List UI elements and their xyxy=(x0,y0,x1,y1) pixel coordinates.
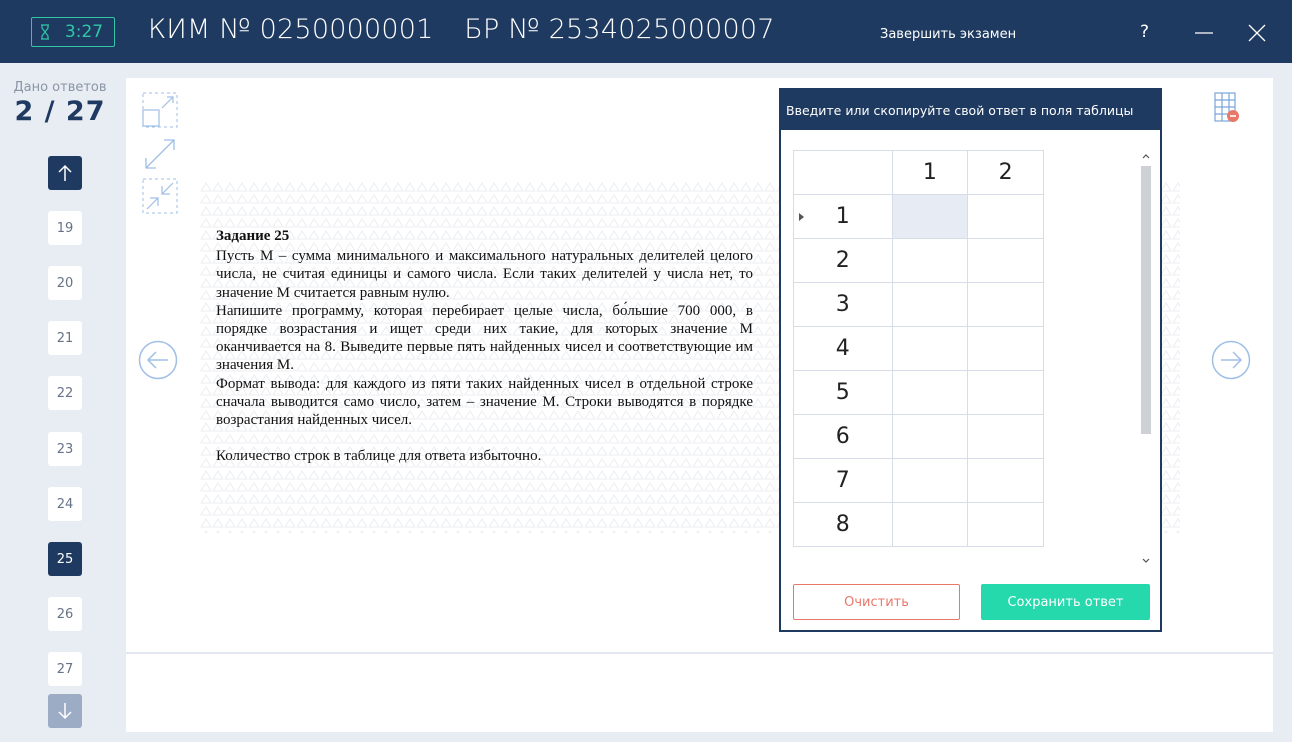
row-header: 3 xyxy=(793,282,893,327)
hourglass-icon xyxy=(32,24,58,40)
answer-cell[interactable] xyxy=(967,502,1044,547)
answer-cell[interactable] xyxy=(891,238,969,283)
arrow-down-icon xyxy=(58,703,72,720)
task-paragraph: Формат вывода: для каждого из пяти таких… xyxy=(216,375,753,429)
answer-cell[interactable] xyxy=(891,502,969,547)
task-nav-19[interactable]: 19 xyxy=(48,211,82,245)
divider xyxy=(126,652,1273,654)
answer-cell[interactable] xyxy=(891,414,969,459)
table-row: 5 xyxy=(793,370,1044,415)
table-row: 6 xyxy=(793,414,1044,459)
close-icon[interactable] xyxy=(1248,24,1266,46)
prev-task-button[interactable] xyxy=(138,340,178,380)
scroll-down-button[interactable] xyxy=(48,694,82,728)
table-row: 1 xyxy=(793,194,1044,239)
task-text: Задание 25 Пусть M – сумма минимального … xyxy=(216,227,753,465)
answer-cell[interactable] xyxy=(891,326,969,371)
answer-cell[interactable] xyxy=(967,194,1044,239)
task-paragraph: Пусть M – сумма минимального и максималь… xyxy=(216,248,753,301)
table-header-row: 1 2 xyxy=(793,150,1044,195)
answered-count: 2 / 27 xyxy=(14,96,106,127)
task-note: Количество строк в таблице для ответа из… xyxy=(216,448,542,465)
answer-cell[interactable] xyxy=(967,370,1044,415)
answer-panel: Введите или скопируйте свой ответ в поля… xyxy=(779,88,1162,632)
zoom-fit-icon[interactable] xyxy=(142,92,178,128)
next-task-button[interactable] xyxy=(1211,340,1251,380)
answer-cell[interactable] xyxy=(891,282,969,327)
row-header: 7 xyxy=(793,458,893,503)
answer-cell[interactable] xyxy=(891,458,969,503)
row-number: 1 xyxy=(835,204,850,229)
answer-cell[interactable] xyxy=(967,282,1044,327)
column-header: 1 xyxy=(891,150,969,195)
answer-cell[interactable] xyxy=(891,370,969,415)
scroll-down-icon[interactable] xyxy=(1140,555,1152,567)
header-bar: 3:27 КИМ № 0250000001 БР № 2534025000007… xyxy=(0,0,1292,63)
table-row: 2 xyxy=(793,238,1044,283)
arrow-right-icon xyxy=(1211,340,1251,380)
exam-timer: 3:27 xyxy=(31,17,115,47)
scroll-up-icon[interactable] xyxy=(1140,150,1152,162)
task-nav-27[interactable]: 27 xyxy=(48,652,82,686)
minimize-icon[interactable] xyxy=(1194,24,1214,44)
row-header: 8 xyxy=(793,502,893,547)
task-nav-22[interactable]: 22 xyxy=(48,376,82,410)
answer-cell[interactable] xyxy=(967,458,1044,503)
table-scrollbar[interactable] xyxy=(1138,150,1154,570)
main-panel: Задание 25 Пусть M – сумма минимального … xyxy=(126,78,1273,732)
task-title: Задание 25 xyxy=(216,228,290,244)
table-row: 7 xyxy=(793,458,1044,503)
row-header: 4 xyxy=(793,326,893,371)
scroll-up-button[interactable] xyxy=(48,156,82,190)
scrollbar-thumb[interactable] xyxy=(1141,166,1151,434)
table-row: 8 xyxy=(793,502,1044,547)
answer-cell[interactable] xyxy=(967,414,1044,459)
task-nav-24[interactable]: 24 xyxy=(48,487,82,521)
task-nav-20[interactable]: 20 xyxy=(48,266,82,300)
clear-button[interactable]: Очистить xyxy=(793,584,960,620)
task-nav-23[interactable]: 23 xyxy=(48,432,82,466)
answer-table-container: 1 2 1 2 3 4 5 6 7 8 xyxy=(793,150,1044,570)
task-nav-25[interactable]: 25 xyxy=(48,542,82,576)
save-answer-button[interactable]: Сохранить ответ xyxy=(981,584,1150,620)
arrow-left-icon xyxy=(138,340,178,380)
br-number: БР № 2534025000007 xyxy=(464,14,775,45)
task-nav-21[interactable]: 21 xyxy=(48,321,82,355)
answer-panel-title: Введите или скопируйте свой ответ в поля… xyxy=(781,90,1160,130)
table-corner xyxy=(793,150,893,195)
zoom-out-icon[interactable] xyxy=(142,178,178,214)
answer-table: 1 2 1 2 3 4 5 6 7 8 xyxy=(793,150,1044,547)
zoom-in-icon[interactable] xyxy=(142,136,178,172)
task-nav-26[interactable]: 26 xyxy=(48,597,82,631)
answer-cell[interactable] xyxy=(967,326,1044,371)
table-grid-icon[interactable] xyxy=(1214,92,1240,128)
row-header: 2 xyxy=(793,238,893,283)
task-paragraph: Напишите программу, которая перебирает ц… xyxy=(216,302,753,374)
table-row: 3 xyxy=(793,282,1044,327)
column-header: 2 xyxy=(967,150,1044,195)
answer-cell[interactable] xyxy=(967,238,1044,283)
help-button[interactable]: ? xyxy=(1140,22,1149,42)
answer-cell[interactable] xyxy=(891,194,969,239)
row-header: 1 xyxy=(793,194,893,239)
finish-exam-button[interactable]: Завершить экзамен xyxy=(880,27,1016,42)
answered-label: Дано ответов xyxy=(13,80,107,95)
arrow-up-icon xyxy=(58,164,72,181)
timer-value: 3:27 xyxy=(64,22,104,42)
row-marker-icon xyxy=(799,212,804,221)
table-row: 4 xyxy=(793,326,1044,371)
kim-number: КИМ № 0250000001 xyxy=(148,14,434,45)
row-header: 5 xyxy=(793,370,893,415)
page-title: КИМ № 0250000001 БР № 2534025000007 xyxy=(148,14,775,45)
row-header: 6 xyxy=(793,414,893,459)
